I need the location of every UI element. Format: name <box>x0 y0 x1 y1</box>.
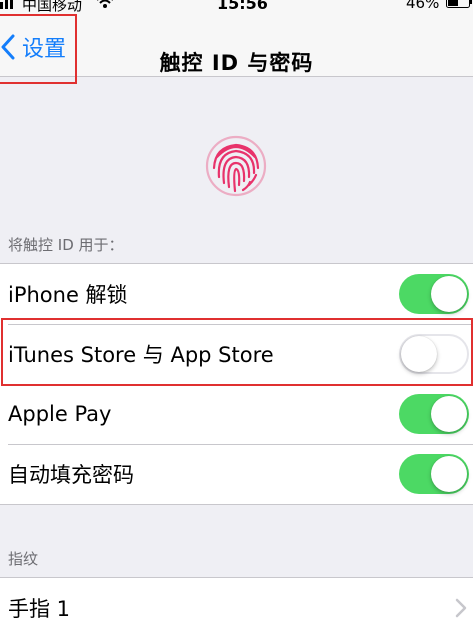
battery-icon <box>446 0 472 8</box>
wifi-icon <box>97 0 113 8</box>
toggle-knob <box>431 456 467 492</box>
fingerprints-section-header: 指纹 <box>8 550 39 568</box>
list-item-finger-1[interactable]: 手指 1 <box>0 578 473 621</box>
battery-percent: 46% <box>406 0 440 12</box>
chevron-right-icon <box>455 598 467 618</box>
signal-icon <box>0 0 13 9</box>
list-item-apple-pay: Apple Pay <box>0 384 473 444</box>
list-item-label: 手指 1 <box>8 597 71 621</box>
list-item-label: iPhone 解锁 <box>8 283 128 307</box>
list-item-password-autofill: 自动填充密码 <box>0 444 473 504</box>
list-item-label: Apple Pay <box>8 402 112 426</box>
fingerprints-list: 手指 1 <box>0 577 473 621</box>
toggle-knob <box>431 396 467 432</box>
toggle-knob <box>431 276 467 312</box>
fingerprint-icon <box>205 135 267 197</box>
password-autofill-toggle[interactable] <box>399 454 469 494</box>
carrier-label: 中国移动 <box>22 0 83 14</box>
itunes-row-highlight <box>1 318 473 386</box>
status-bar: 中国移动 15:56 46% <box>0 0 473 14</box>
use-section-header: 将触控 ID 用于： <box>8 236 124 254</box>
back-button-highlight <box>0 14 77 84</box>
list-item-label: 自动填充密码 <box>8 463 134 487</box>
list-item-iphone-unlock: iPhone 解锁 <box>0 264 473 324</box>
iphone-unlock-toggle[interactable] <box>399 274 469 314</box>
apple-pay-toggle[interactable] <box>399 394 469 434</box>
status-time: 15:56 <box>217 0 268 13</box>
